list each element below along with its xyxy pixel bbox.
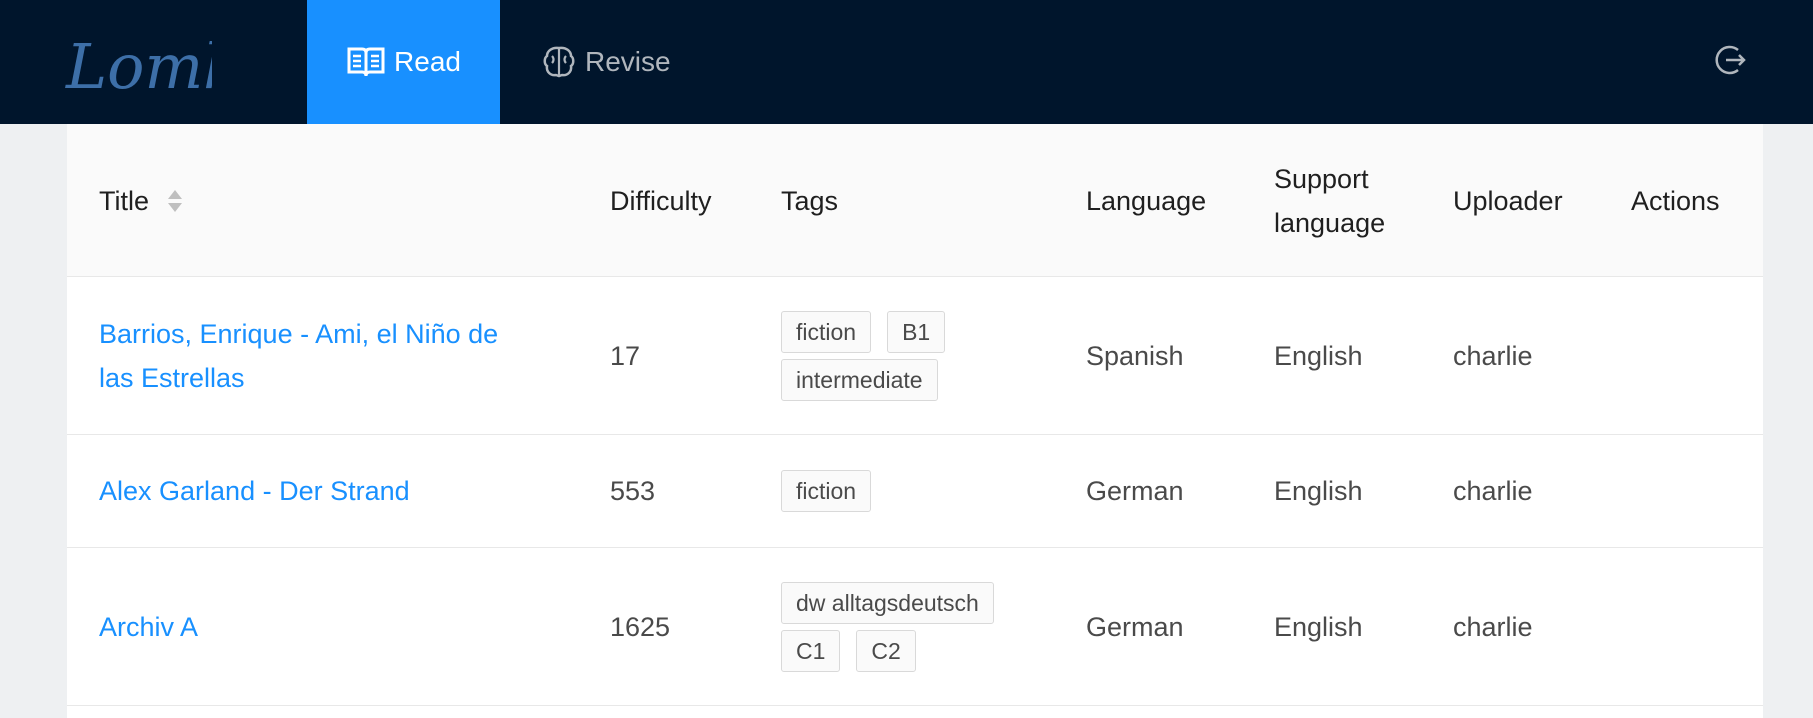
text-title-link[interactable]: Barrios, Enrique - Ami, el Niño de las E… — [99, 312, 539, 400]
language-value: German — [1086, 611, 1184, 642]
column-header-tags: Tags — [781, 185, 839, 216]
column-header-support-language: Support language — [1274, 163, 1386, 238]
svg-text:Lomb: Lomb — [65, 30, 212, 103]
sort-icon[interactable] — [167, 187, 183, 215]
column-header-uploader: Uploader — [1453, 185, 1563, 216]
nav-tab-read[interactable]: Read — [307, 0, 500, 124]
logout-button[interactable] — [1712, 42, 1748, 78]
difficulty-value: 1625 — [610, 611, 671, 642]
tag: B1 — [887, 310, 946, 353]
tag: fiction — [781, 310, 872, 353]
support-language-value: English — [1274, 476, 1363, 506]
logout-icon — [1715, 45, 1746, 75]
table-row: Archiv A 1625 dw alltagsdeutsch C1 C2 Ge… — [67, 548, 1763, 706]
column-header-language: Language — [1086, 185, 1207, 216]
tag: fiction — [781, 470, 872, 512]
top-navigation-bar: Lomb Read Revise — [0, 0, 1813, 124]
tag-list: dw alltagsdeutsch C1 C2 — [781, 581, 1021, 672]
column-header-title[interactable]: Title — [99, 124, 183, 277]
nav-tab-read-label: Read — [394, 46, 461, 77]
language-value: German — [1086, 476, 1184, 506]
support-language-value: English — [1274, 611, 1363, 642]
tag-list: fiction — [781, 470, 1021, 512]
book-open-icon — [346, 45, 386, 79]
column-header-actions: Actions — [1631, 185, 1720, 216]
brain-icon — [541, 44, 577, 80]
tag: dw alltagsdeutsch — [781, 581, 994, 624]
tag-list: fiction B1 intermediate — [781, 310, 1021, 401]
support-language-value: English — [1274, 340, 1363, 371]
language-value: Spanish — [1086, 340, 1184, 371]
tag: C1 — [781, 629, 841, 672]
tag: intermediate — [781, 358, 938, 401]
column-title-label: Title — [99, 185, 150, 216]
table-row: Alex Garland - Der Strand 553 fiction Ge… — [67, 435, 1763, 548]
difficulty-value: 553 — [610, 476, 656, 506]
nav-tab-revise[interactable]: Revise — [541, 0, 671, 124]
lomb-logo[interactable]: Lomb — [62, 16, 212, 106]
table-row: Barrios, Enrique - Ami, el Niño de las E… — [67, 277, 1763, 435]
uploader-value: charlie — [1453, 611, 1533, 642]
table-header: Title Difficulty Tags Language Support l… — [67, 124, 1763, 277]
text-title-link[interactable]: Archiv A — [99, 605, 539, 649]
tag: C2 — [856, 629, 916, 672]
difficulty-value: 17 — [610, 340, 641, 371]
column-header-difficulty: Difficulty — [610, 185, 712, 216]
uploader-value: charlie — [1453, 476, 1533, 506]
uploader-value: charlie — [1453, 340, 1533, 371]
text-title-link[interactable]: Alex Garland - Der Strand — [99, 469, 539, 513]
texts-table: Title Difficulty Tags Language Support l… — [67, 124, 1763, 718]
nav-tab-revise-label: Revise — [585, 46, 671, 77]
